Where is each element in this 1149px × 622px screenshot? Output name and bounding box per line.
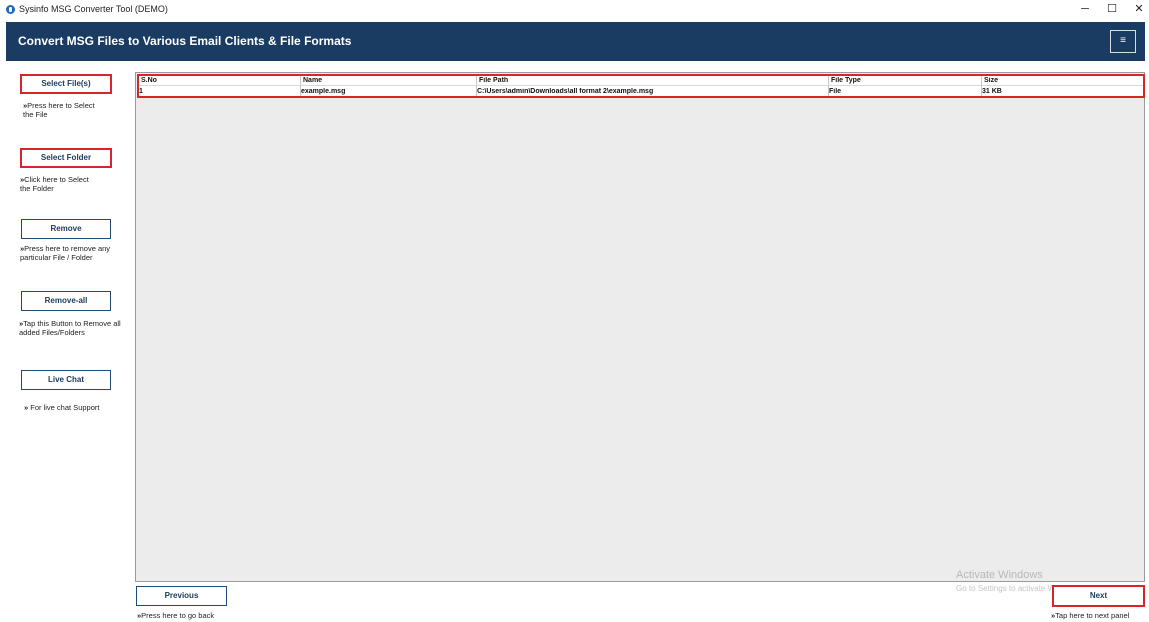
file-list-panel: S.No Name File Path File Type Size 1 exa… [135, 72, 1145, 582]
column-header-file-path[interactable]: File Path [479, 77, 824, 84]
select-folder-hint: »Click here to Select the Folder [20, 175, 89, 193]
next-button[interactable]: Next [1052, 585, 1145, 607]
close-icon[interactable]: ✕ [1125, 0, 1149, 20]
next-hint-text: Tap here to next panel [1055, 611, 1130, 620]
remove-all-hint-line1: Tap this Button to Remove all [23, 319, 121, 328]
app-logo-icon [6, 5, 15, 14]
window-titlebar: Sysinfo MSG Converter Tool (DEMO) ─ ☐ ✕ [0, 0, 1149, 20]
maximize-icon[interactable]: ☐ [1098, 0, 1126, 20]
remove-hint-line1: Press here to remove any [24, 244, 111, 253]
table-cell-sno[interactable]: 1 [139, 88, 294, 95]
live-chat-button[interactable]: Live Chat [21, 370, 111, 390]
live-chat-hint-line1: For live chat Support [28, 403, 100, 412]
column-header-size[interactable]: Size [984, 77, 1139, 84]
select-files-hint-line2: the File [23, 110, 48, 119]
page-title: Convert MSG Files to Various Email Clien… [18, 34, 352, 48]
remove-hint-line2: particular File / Folder [20, 253, 93, 262]
previous-button[interactable]: Previous [136, 586, 227, 606]
file-table: S.No Name File Path File Type Size 1 exa… [137, 74, 1145, 98]
window-title: Sysinfo MSG Converter Tool (DEMO) [19, 4, 168, 14]
minimize-icon[interactable]: ─ [1071, 0, 1099, 20]
select-folder-hint-line2: the Folder [20, 184, 54, 193]
table-cell-name[interactable]: example.msg [301, 88, 471, 95]
column-header-file-type[interactable]: File Type [831, 77, 976, 84]
select-folder-hint-line1: Click here to Select [24, 175, 89, 184]
select-files-button[interactable]: Select File(s) [20, 74, 112, 94]
app-header: Convert MSG Files to Various Email Clien… [6, 22, 1145, 61]
previous-hint: »Press here to go back [137, 611, 215, 620]
select-files-hint-line1: Press here to Select [27, 101, 95, 110]
hamburger-menu-icon[interactable]: ≡ [1110, 30, 1136, 53]
table-cell-file-type[interactable]: File [829, 88, 974, 95]
remove-hint: »Press here to remove any particular Fil… [20, 244, 111, 262]
remove-all-hint: »Tap this Button to Remove all added Fil… [19, 319, 121, 337]
header-divider [139, 85, 1143, 86]
activate-windows-watermark: Activate Windows [956, 569, 1043, 581]
table-cell-file-path[interactable]: C:\Users\admin\Downloads\all format 2\ex… [477, 88, 822, 95]
remove-button[interactable]: Remove [21, 219, 111, 239]
column-header-sno[interactable]: S.No [141, 77, 296, 84]
select-folder-button[interactable]: Select Folder [20, 148, 112, 168]
column-header-name[interactable]: Name [303, 77, 473, 84]
table-cell-size[interactable]: 31 KB [982, 88, 1137, 95]
select-files-hint: »Press here to Select the File [23, 101, 95, 119]
remove-all-hint-line2: added Files/Folders [19, 328, 85, 337]
next-hint: »Tap here to next panel [1051, 611, 1130, 620]
previous-hint-text: Press here to go back [141, 611, 215, 620]
live-chat-hint: » For live chat Support [24, 403, 100, 412]
remove-all-button[interactable]: Remove-all [21, 291, 111, 311]
